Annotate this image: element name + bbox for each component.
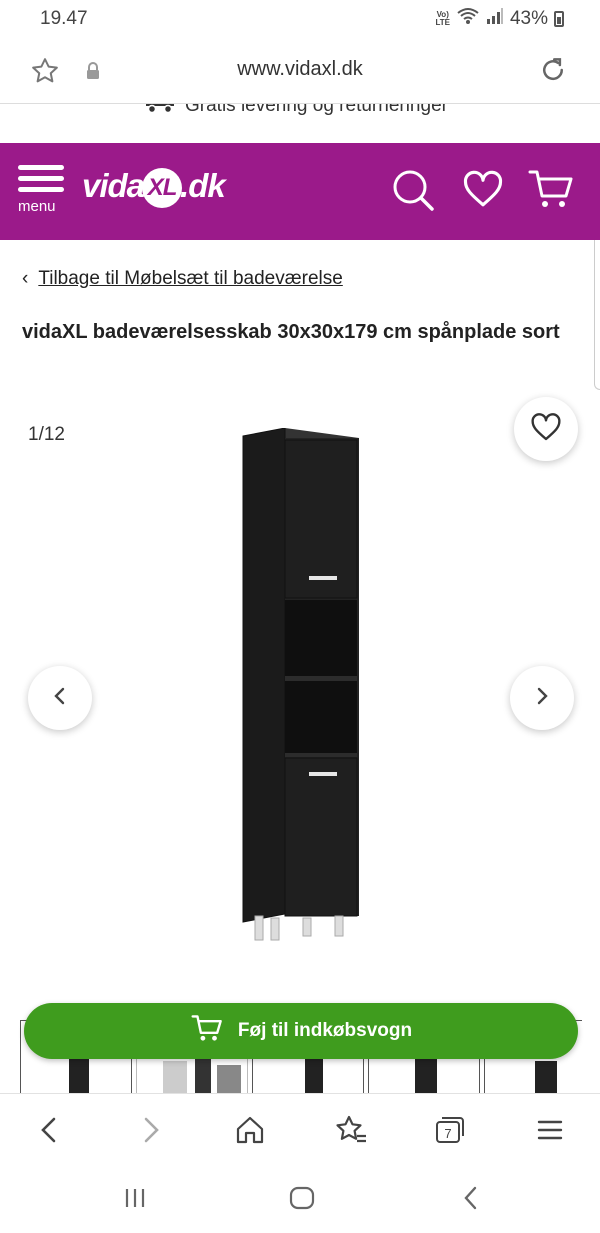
signal-icon [486,8,504,29]
wifi-icon [456,7,480,30]
gallery-prev-button[interactable] [28,666,92,730]
site-header: menu vida XL .dk [0,143,600,240]
heart-icon[interactable] [462,169,504,214]
forward-icon[interactable] [138,1114,164,1151]
volte-indicator: Vo) LTE [435,9,450,27]
status-time: 19.47 [40,8,88,29]
back-icon[interactable] [36,1114,62,1151]
battery-percent: 43% [509,7,548,29]
status-indicators: Vo) LTE 43% [435,7,564,30]
url-text[interactable]: www.vidaxl.dk [0,58,600,81]
breadcrumb[interactable]: ‹ Tilbage til Møbelsæt til badeværelse [22,268,343,290]
chevron-left-icon [52,686,68,711]
vidaxl-logo[interactable]: vida XL .dk [82,167,226,209]
product-title: vidaXL badeværelsesskab 30x30x179 cm spå… [22,321,560,343]
product-image[interactable] [235,427,375,953]
reload-icon[interactable] [538,55,568,90]
gallery-counter: 1/12 [28,424,65,445]
bookmark-star-icon[interactable] [334,1114,368,1151]
hamburger-icon [18,165,70,192]
add-to-cart-button[interactable]: Føj til indkøbsvogn [24,1003,578,1059]
cart-icon [190,1013,224,1049]
back-icon[interactable] [460,1185,482,1216]
breadcrumb-back-link[interactable]: Tilbage til Møbelsæt til badeværelse [38,268,342,290]
promo-strip: Gratis levering og returneringer [0,104,600,144]
chevron-left-icon: ‹ [22,268,29,289]
chevron-right-icon [534,686,550,711]
add-to-cart-label: Føj til indkøbsvogn [237,1020,413,1041]
system-nav-bar [0,1165,600,1233]
gallery-next-button[interactable] [510,666,574,730]
promo-text: Gratis levering og returneringer [185,104,448,116]
browser-toolbar: 7 [0,1093,600,1165]
wishlist-button[interactable] [514,397,578,461]
home-circle-icon[interactable] [288,1185,316,1216]
menu-button[interactable]: menu [18,165,70,221]
cart-icon[interactable] [528,167,574,216]
home-icon[interactable] [234,1114,266,1151]
heart-icon [530,412,562,447]
browser-url-bar: www.vidaxl.dk [0,38,600,104]
recents-icon[interactable] [122,1185,148,1216]
tab-count: 7 [444,1126,451,1141]
battery-icon [554,10,564,27]
search-icon[interactable] [390,167,436,218]
tabs-icon[interactable]: 7 [434,1114,466,1151]
menu-label: menu [18,198,56,215]
status-bar: 19.47 Vo) LTE 43% [0,0,600,38]
truck-icon [145,104,175,120]
page-edge-shadow [594,240,600,390]
more-menu-icon[interactable] [536,1114,564,1151]
